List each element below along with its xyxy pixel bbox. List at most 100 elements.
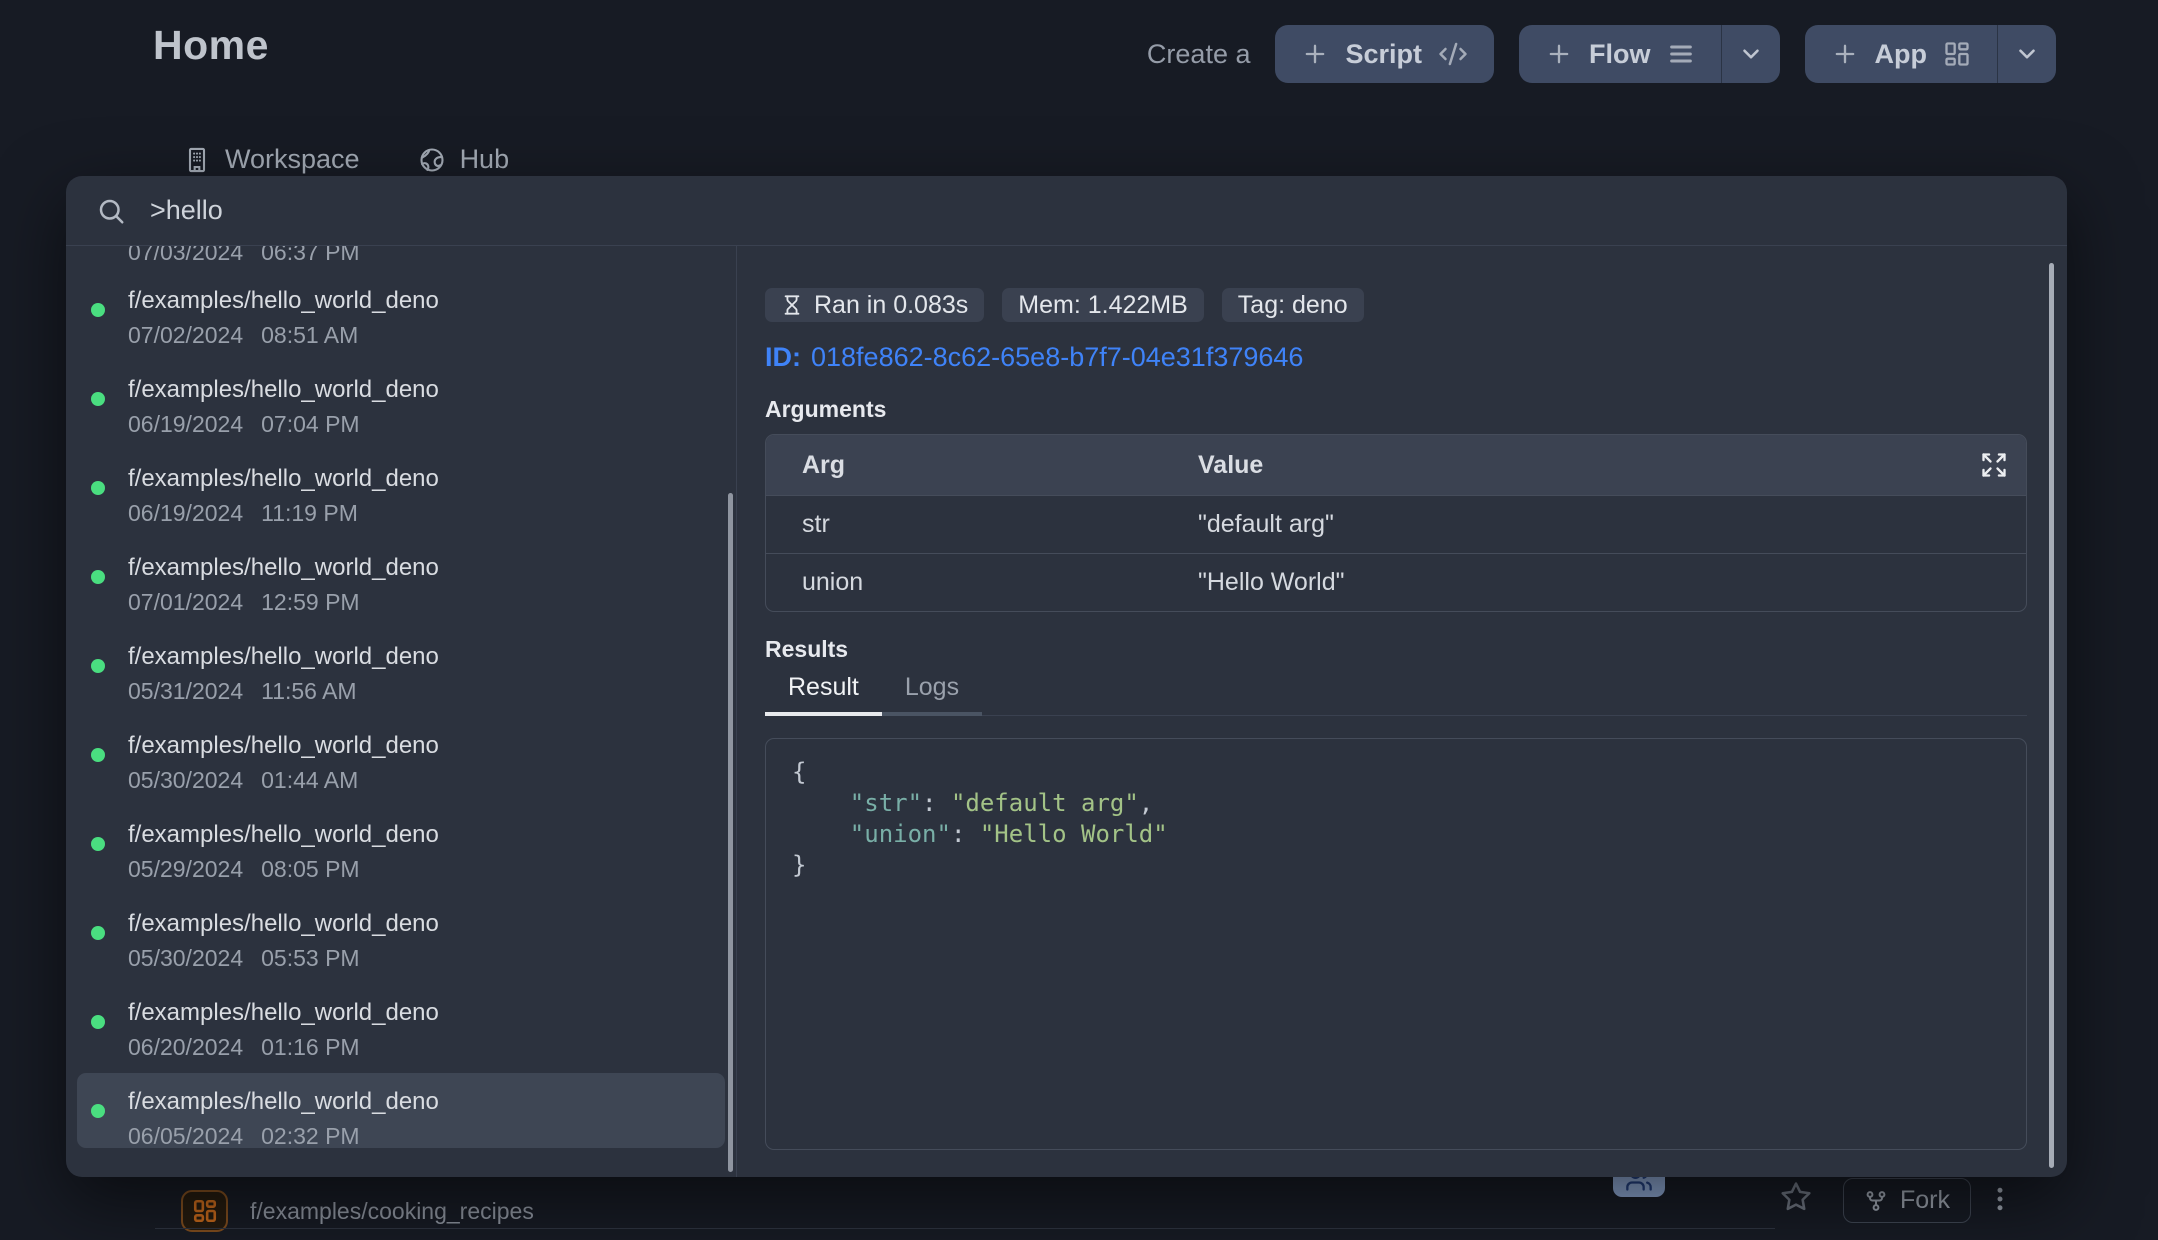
flow-button-label: Flow (1589, 39, 1651, 70)
table-row: str "default arg" (766, 495, 2026, 553)
results-heading: Results (765, 636, 2027, 662)
kebab-menu-icon[interactable] (1985, 1184, 2015, 1214)
run-list-item[interactable]: f/examples/hello_world_deno 07/02/202408… (66, 272, 736, 347)
run-id-row: ID: 018fe862-8c62-65e8-b7f7-04e31f379646 (765, 342, 2027, 372)
inactive-tab-underline (882, 712, 982, 716)
app-path: f/examples/cooking_recipes (250, 1198, 534, 1225)
memory-badge: Mem: 1.422MB (1002, 288, 1204, 322)
plus-icon (1831, 40, 1859, 68)
run-list-item[interactable]: f/examples/hello_world_deno 05/31/2024 11… (66, 628, 736, 703)
run-list-item[interactable]: f/examples/hello_world_deno 06/05/202402… (77, 1073, 725, 1148)
chevron-down-icon (2014, 41, 2040, 67)
success-status-dot (91, 303, 105, 317)
list-scrollbar-thumb[interactable] (728, 493, 733, 1172)
create-app-button[interactable]: App (1805, 25, 2056, 83)
run-date: 05/31/2024 (128, 678, 243, 704)
run-meta: 05/31/2024 11:56 AM (128, 679, 736, 703)
success-status-dot (91, 659, 105, 673)
run-time: 08:51 AM (261, 322, 358, 348)
run-date: 05/29/2024 (128, 856, 243, 882)
run-list-item[interactable]: f/examples/hello_world_deno 06/19/2024 11… (66, 450, 736, 525)
plus-icon (1301, 40, 1329, 68)
run-time: 01:16 PM (261, 1034, 359, 1060)
run-time: 01:44 AM (261, 767, 358, 793)
run-list-item[interactable]: f/examples/hello_world_deno 05/29/202408… (66, 806, 736, 881)
run-meta: 06/05/2024 02:32 PM (128, 1124, 725, 1148)
tab-logs[interactable]: Logs (882, 673, 982, 716)
header-actions: Create a Script Flow (1147, 25, 2056, 83)
clipped-run-item[interactable]: 07/03/202406:37 PM (128, 246, 360, 266)
run-list-item[interactable]: f/examples/hello_world_deno 06/20/202401… (66, 984, 736, 1059)
duration-badge-label: Ran in 0.083s (814, 291, 968, 320)
globe-icon (418, 146, 446, 174)
tab-result[interactable]: Result (765, 673, 882, 716)
run-date: 06/19/2024 (128, 500, 243, 526)
search-bar[interactable]: >hello (66, 176, 2067, 246)
tab-workspace[interactable]: Workspace (183, 144, 360, 175)
run-list-item[interactable]: f/examples/hello_world_deno 07/01/202412… (66, 539, 736, 614)
run-path: f/examples/hello_world_deno (128, 555, 736, 581)
run-time: 05:53 PM (261, 945, 359, 971)
flow-list-icon (1667, 40, 1695, 68)
run-path: f/examples/hello_world_deno (128, 466, 736, 492)
background-app-row: f/examples/cooking_recipes Fork (0, 1177, 2158, 1240)
run-date: 06/20/2024 (128, 1034, 243, 1060)
tab-hub[interactable]: Hub (418, 144, 510, 175)
run-list-item[interactable]: f/examples/hello_world_deno 05/30/202401… (66, 717, 736, 792)
detail-scrollbar-thumb[interactable] (2049, 263, 2054, 1168)
run-time: 08:05 PM (261, 856, 359, 882)
expand-icon[interactable] (1980, 451, 2008, 479)
cooking-recipes-app-icon[interactable] (181, 1190, 228, 1232)
run-date: 05/30/2024 (128, 767, 243, 793)
fork-button[interactable]: Fork (1843, 1178, 1971, 1223)
run-list: f/examples/hello_world_deno 07/02/202408… (66, 272, 736, 1148)
flow-dropdown-button[interactable] (1722, 25, 1780, 83)
script-button-label: Script (1345, 39, 1422, 70)
arg-name-cell: str (766, 510, 1198, 539)
run-meta: 06/19/2024 11:19 PM (128, 501, 736, 525)
success-status-dot (91, 392, 105, 406)
workspace-hub-tabs: Workspace Hub (183, 144, 509, 175)
run-id-label: ID: (765, 342, 801, 372)
run-time: 11:19 PM (261, 500, 358, 526)
tabs-baseline (982, 715, 2027, 716)
run-time: 11:56 AM (261, 678, 356, 704)
tab-hub-label: Hub (460, 144, 510, 175)
run-meta: 06/19/202407:04 PM (128, 412, 736, 436)
tab-workspace-label: Workspace (225, 144, 360, 175)
run-time: 12:59 PM (261, 589, 359, 615)
star-icon[interactable] (1779, 1180, 1813, 1214)
run-date: 06/19/2024 (128, 411, 243, 437)
plus-icon (1545, 40, 1573, 68)
arguments-table-body: str "default arg" union "Hello World" (766, 495, 2026, 611)
app-dropdown-button[interactable] (1998, 25, 2056, 83)
table-row: union "Hello World" (766, 553, 2026, 611)
row-divider (155, 1228, 1775, 1229)
run-time: 02:32 PM (261, 1123, 359, 1149)
tag-badge-label: Tag: deno (1238, 291, 1348, 320)
hourglass-icon (781, 292, 803, 318)
create-flow-button[interactable]: Flow (1519, 25, 1780, 83)
run-date: 06/05/2024 (128, 1123, 243, 1149)
run-path: f/examples/hello_world_deno (128, 377, 736, 403)
value-column-header: Value (1198, 451, 1980, 480)
create-script-button[interactable]: Script (1275, 25, 1494, 83)
arguments-heading: Arguments (765, 396, 2027, 422)
chevron-down-icon (1738, 41, 1764, 67)
run-date: 05/30/2024 (128, 945, 243, 971)
arguments-table-header: Arg Value (766, 435, 2026, 495)
arg-name-cell: union (766, 568, 1198, 597)
run-path: f/examples/hello_world_deno (128, 288, 736, 314)
results-tabs: Result Logs (765, 672, 2027, 716)
run-id-value[interactable]: 018fe862-8c62-65e8-b7f7-04e31f379646 (811, 342, 1303, 372)
success-status-dot (91, 748, 105, 762)
run-path: f/examples/hello_world_deno (128, 644, 736, 670)
search-input[interactable]: >hello (150, 195, 223, 226)
app-button-label: App (1875, 39, 1927, 70)
run-stats-badges: Ran in 0.083s Mem: 1.422MB Tag: deno (765, 288, 2027, 322)
run-list-item[interactable]: f/examples/hello_world_deno 05/30/202405… (66, 895, 736, 970)
arguments-table: Arg Value str "default arg" union "Hello… (765, 434, 2027, 612)
run-time: 06:37 PM (261, 246, 359, 265)
success-status-dot (91, 481, 105, 495)
run-list-item[interactable]: f/examples/hello_world_deno 06/19/202407… (66, 361, 736, 436)
